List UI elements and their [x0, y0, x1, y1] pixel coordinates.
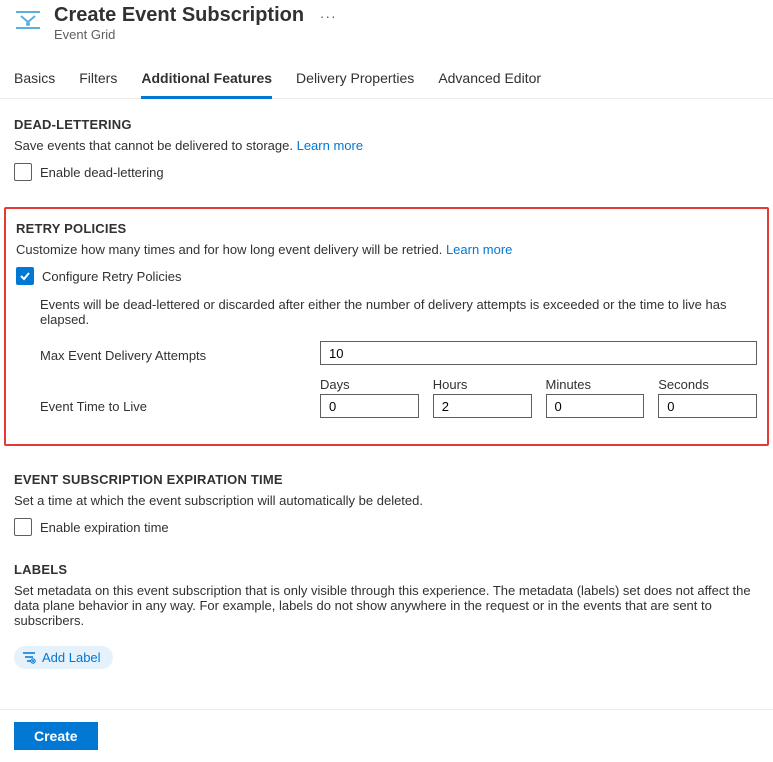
create-button[interactable]: Create: [14, 722, 98, 750]
section-title: RETRY POLICIES: [16, 221, 757, 236]
enable-dead-lettering-checkbox[interactable]: [14, 163, 32, 181]
tab-bar: Basics Filters Additional Features Deliv…: [0, 62, 773, 99]
tab-filters[interactable]: Filters: [79, 62, 117, 99]
learn-more-link[interactable]: Learn more: [446, 242, 512, 257]
ttl-label: Event Time to Live: [40, 395, 320, 418]
page-title: Create Event Subscription: [54, 4, 304, 26]
ttl-hours-input[interactable]: [433, 394, 532, 418]
add-label-text: Add Label: [42, 650, 101, 665]
enable-dead-lettering-label: Enable dead-lettering: [40, 165, 164, 180]
section-title: DEAD-LETTERING: [14, 117, 759, 132]
event-grid-icon: [14, 6, 42, 34]
section-desc: Set a time at which the event subscripti…: [14, 493, 759, 508]
ttl-days-input[interactable]: [320, 394, 419, 418]
max-attempts-input[interactable]: [320, 341, 757, 365]
configure-retry-label: Configure Retry Policies: [42, 269, 181, 284]
ttl-days-label: Days: [320, 377, 419, 392]
learn-more-link[interactable]: Learn more: [297, 138, 363, 153]
more-icon[interactable]: ···: [320, 8, 337, 24]
section-expiration: EVENT SUBSCRIPTION EXPIRATION TIME Set a…: [14, 472, 759, 536]
footer: Create: [0, 709, 773, 762]
ttl-seconds-label: Seconds: [658, 377, 757, 392]
section-desc: Save events that cannot be delivered to …: [14, 138, 759, 153]
ttl-hours-label: Hours: [433, 377, 532, 392]
enable-expiration-checkbox[interactable]: [14, 518, 32, 536]
ttl-minutes-label: Minutes: [546, 377, 645, 392]
section-labels: LABELS Set metadata on this event subscr…: [14, 562, 759, 669]
filter-add-icon: [22, 651, 36, 665]
add-label-button[interactable]: Add Label: [14, 646, 113, 669]
enable-expiration-label: Enable expiration time: [40, 520, 169, 535]
retry-note: Events will be dead-lettered or discarde…: [40, 297, 757, 327]
ttl-seconds-input[interactable]: [658, 394, 757, 418]
section-retry-policies: RETRY POLICIES Customize how many times …: [4, 207, 769, 446]
section-desc: Customize how many times and for how lon…: [16, 242, 757, 257]
section-title: EVENT SUBSCRIPTION EXPIRATION TIME: [14, 472, 759, 487]
page-subtitle: Event Grid: [54, 27, 337, 42]
tab-additional-features[interactable]: Additional Features: [141, 62, 272, 99]
configure-retry-checkbox[interactable]: [16, 267, 34, 285]
section-desc: Set metadata on this event subscription …: [14, 583, 759, 628]
page-header: Create Event Subscription ··· Event Grid: [0, 0, 773, 50]
ttl-minutes-input[interactable]: [546, 394, 645, 418]
section-dead-lettering: DEAD-LETTERING Save events that cannot b…: [14, 117, 759, 181]
section-title: LABELS: [14, 562, 759, 577]
max-attempts-label: Max Event Delivery Attempts: [40, 344, 320, 363]
tab-basics[interactable]: Basics: [14, 62, 55, 99]
tab-advanced-editor[interactable]: Advanced Editor: [438, 62, 541, 99]
tab-delivery-properties[interactable]: Delivery Properties: [296, 62, 414, 99]
